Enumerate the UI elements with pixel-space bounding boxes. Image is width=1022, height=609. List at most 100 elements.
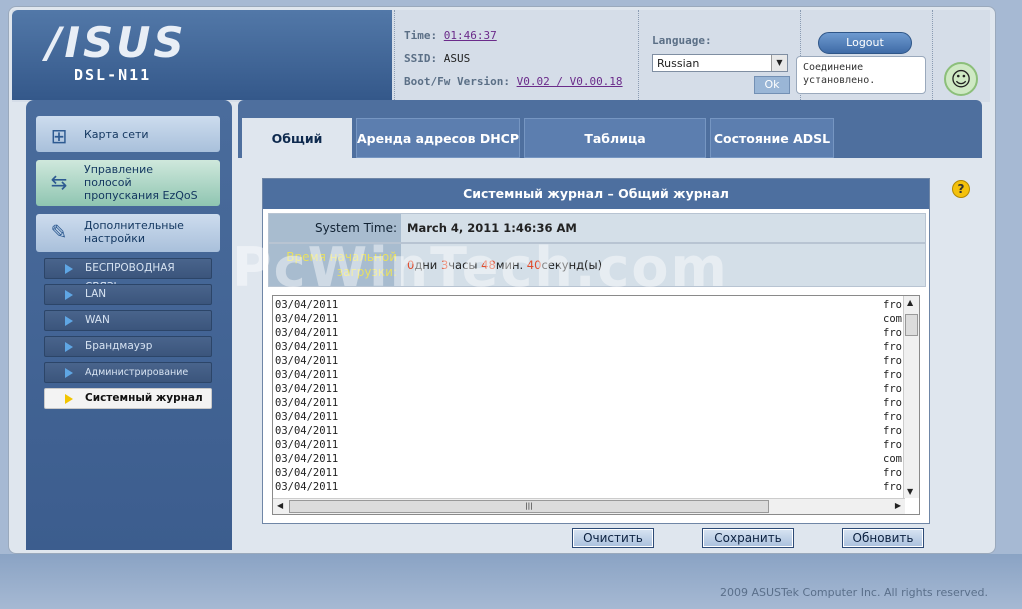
log-info-table: System Time: March 4, 2011 1:46:36 AM Вр… — [268, 213, 926, 287]
log-line: 03/04/2011 — [275, 369, 339, 381]
sidebar-subitem-wan[interactable]: WAN — [44, 310, 212, 331]
scroll-down-icon[interactable]: ▼ — [907, 487, 913, 496]
status-avatar-icon[interactable]: ☺ — [944, 62, 978, 96]
sidebar-subitem-admin[interactable]: Администрирование — [44, 362, 212, 383]
subitem-label: Системный журнал — [85, 392, 203, 404]
refresh-button[interactable]: Обновить — [842, 528, 924, 548]
log-line-tail: fro — [883, 369, 902, 381]
fw-label: Boot/Fw Version: — [404, 75, 510, 88]
uptime-label: Время начальной загрузки: — [269, 244, 401, 286]
save-button[interactable]: Сохранить — [702, 528, 794, 548]
log-line: 03/04/2011 — [275, 411, 339, 423]
arrow-right-icon — [65, 316, 73, 326]
sidebar-subitem-lan[interactable]: LAN — [44, 284, 212, 305]
sidebar-item-ezqos[interactable]: ⇆ Управление полосой пропускания EzQoS — [36, 160, 220, 206]
tools-icon: ✎ — [50, 220, 68, 244]
sidebar: ⊞ Карта сети ⇆ Управление полосой пропус… — [26, 100, 232, 550]
log-line: 03/04/2011 — [275, 439, 339, 451]
log-textarea[interactable]: 03/04/2011 03/04/2011 03/04/2011 03/04/2011… — [272, 295, 920, 515]
vertical-scrollbar[interactable]: ▲ ▼ — [903, 296, 919, 498]
divider — [932, 10, 933, 102]
time-link[interactable]: 01:46:37 — [444, 29, 497, 42]
uptime-days-unit: дни — [414, 258, 441, 272]
sidebar-subitem-wireless[interactable]: БЕСПРОВОДНАЯ СВЯЗЬ — [44, 258, 212, 293]
log-frame: Системный журнал – Общий журнал System T… — [262, 178, 930, 524]
divider — [638, 10, 639, 102]
footer: 2009 ASUSTek Computer Inc. All rights re… — [0, 554, 1022, 609]
asus-logo: /ISUS — [46, 18, 187, 67]
log-line-tail: fro — [883, 481, 902, 493]
scroll-left-icon[interactable]: ◀ — [277, 501, 283, 510]
help-icon[interactable]: ? — [952, 180, 970, 198]
log-line-tail: fro — [883, 467, 902, 479]
log-line: 03/04/2011 — [275, 481, 339, 493]
log-line-tail: com — [883, 453, 902, 465]
time-label: Time: — [404, 29, 438, 42]
subitem-label: Брандмауэр — [85, 340, 153, 352]
log-line-tail: fro — [883, 299, 902, 311]
copyright-text: 2009 ASUSTek Computer Inc. All rights re… — [720, 586, 988, 599]
uptime-seconds: 40 — [526, 258, 542, 272]
log-line-tail: fro — [883, 397, 902, 409]
log-line: 03/04/2011 — [275, 383, 339, 395]
ssid-label: SSID: — [404, 52, 438, 65]
tab-dhcp-leases[interactable]: Аренда адресов DHCP — [356, 118, 520, 158]
log-line: 03/04/2011 — [275, 397, 339, 409]
language-label: Language: — [652, 34, 712, 47]
sidebar-item-label: Управление полосой пропускания EzQoS — [84, 163, 198, 202]
system-time-value: March 4, 2011 1:46:36 AM — [401, 214, 925, 242]
tab-adsl-status[interactable]: Состояние ADSL — [710, 118, 834, 158]
subitem-label: Администрирование — [85, 367, 189, 378]
router-info: Time: 01:46:37 SSID: ASUS Boot/Fw Versio… — [404, 24, 623, 93]
horizontal-scrollbar[interactable]: ◀ ||| ▶ — [273, 498, 905, 514]
arrow-right-icon — [65, 264, 73, 274]
language-ok-button[interactable]: Ok — [754, 76, 790, 94]
log-line: 03/04/2011 — [275, 467, 339, 479]
ssid-value: ASUS — [443, 52, 471, 65]
logo-panel: /ISUS DSL-N11 — [12, 10, 392, 100]
subitem-label: LAN — [85, 288, 107, 300]
fw-version-link[interactable]: V0.02 / V0.00.18 — [517, 75, 623, 88]
sidebar-item-label: Карта сети — [84, 128, 149, 141]
logout-button[interactable]: Logout — [818, 32, 912, 54]
log-line: 03/04/2011 — [275, 313, 339, 325]
subitem-label: WAN — [85, 314, 110, 326]
bandwidth-icon: ⇆ — [50, 170, 68, 194]
model-name: DSL-N11 — [74, 66, 152, 84]
log-line: 03/04/2011 — [275, 341, 339, 353]
main-panel: Общий журнал Аренда адресов DHCP Таблица… — [238, 100, 982, 550]
system-time-row: System Time: March 4, 2011 1:46:36 AM — [268, 213, 926, 243]
log-line: 03/04/2011 — [275, 425, 339, 437]
uptime-hours-unit: часы — [448, 258, 482, 272]
log-line: 03/04/2011 — [275, 355, 339, 367]
connection-status-tooltip: Соединение установлено. — [796, 56, 926, 94]
log-title: Системный журнал – Общий журнал — [263, 179, 929, 209]
log-line: 03/04/2011 — [275, 299, 339, 311]
scroll-up-icon[interactable]: ▲ — [907, 298, 913, 307]
sidebar-subitem-firewall[interactable]: Брандмауэр — [44, 336, 212, 357]
tab-routing-table[interactable]: Таблица маршрутизации — [524, 118, 706, 186]
log-line-tail: fro — [883, 411, 902, 423]
horizontal-scroll-thumb[interactable]: ||| — [289, 500, 769, 513]
tab-content: ? Системный журнал – Общий журнал System… — [238, 158, 982, 550]
uptime-minutes-unit: мин. — [495, 258, 527, 272]
sidebar-subitem-syslog[interactable]: Системный журнал — [44, 388, 212, 409]
log-line-tail: fro — [883, 383, 902, 395]
scroll-right-icon[interactable]: ▶ — [895, 501, 901, 510]
arrow-right-icon — [65, 368, 73, 378]
chevron-down-icon[interactable]: ▼ — [771, 55, 787, 71]
log-line-tail: fro — [883, 425, 902, 437]
uptime-value: 0дни 3часы 48мин. 40секунд(ы) — [401, 244, 925, 286]
tab-general-log[interactable]: Общий журнал — [242, 118, 352, 186]
log-line-tail: fro — [883, 341, 902, 353]
sidebar-item-advanced[interactable]: ✎ Дополнительные настройки — [36, 214, 220, 252]
clear-button[interactable]: Очистить — [572, 528, 654, 548]
language-select[interactable]: Russian ▼ — [652, 54, 788, 72]
arrow-right-icon — [65, 290, 73, 300]
vertical-scroll-thumb[interactable] — [905, 314, 918, 336]
sidebar-item-label: Дополнительные настройки — [84, 219, 184, 245]
divider — [394, 10, 395, 102]
sidebar-item-network-map[interactable]: ⊞ Карта сети — [36, 116, 220, 152]
arrow-right-icon — [65, 342, 73, 352]
log-line: 03/04/2011 — [275, 327, 339, 339]
